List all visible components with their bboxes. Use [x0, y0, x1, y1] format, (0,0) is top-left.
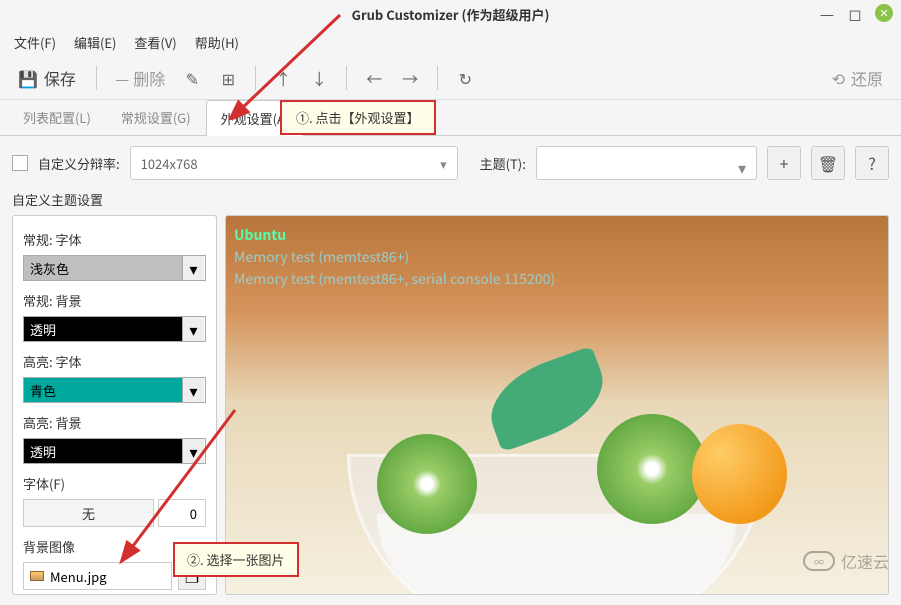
theme-delete-button[interactable]: 🗑 [811, 146, 845, 180]
refresh-button[interactable]: ↻ [450, 63, 480, 93]
window-title: Grub Customizer (作为超级用户) [352, 5, 550, 24]
annotation-callout-2: ②. 选择一张图片 [173, 542, 299, 577]
preview-line: Ubuntu [234, 224, 555, 246]
preview-line: Memory test (memtest86+) [234, 246, 555, 268]
menu-help[interactable]: 帮助(H) [189, 29, 245, 56]
preview-image [317, 354, 797, 595]
help-icon: ? [868, 151, 876, 175]
tab-general-settings[interactable]: 常规设置(G) [106, 99, 206, 135]
normal-font-label: 常规: 字体 [23, 230, 206, 249]
window-controls: — ◻ ✕ [819, 4, 893, 22]
custom-resolution-checkbox[interactable] [12, 155, 28, 171]
highlight-font-label: 高亮: 字体 [23, 352, 206, 371]
up-button[interactable]: ↑ [268, 63, 298, 93]
separator [346, 66, 347, 90]
theme-label: 主题(T): [480, 154, 526, 173]
chevron-down-icon: ▾ [182, 256, 204, 280]
custom-theme-title: 自定义主题设置 [12, 190, 889, 209]
font-size-input[interactable]: 0 [158, 499, 206, 527]
menu-view[interactable]: 查看(V) [128, 29, 182, 56]
watermark-logo-icon: ∞ [803, 551, 835, 571]
resolution-value: 1024x768 [141, 154, 198, 173]
plus-box-icon: ⊞ [222, 66, 235, 90]
watermark-text: 亿速云 [841, 549, 889, 573]
arrow-up-icon: ↑ [275, 66, 291, 90]
normal-bg-color-select[interactable]: 透明 ▾ [23, 316, 206, 342]
arrow-right-icon: → [402, 66, 418, 90]
content-area: 自定义分辩率: 1024x768 主题(T): + 🗑 ? 自定义主题设置 常规… [0, 136, 901, 605]
trash-icon: 🗑 [818, 151, 838, 175]
chevron-down-icon: ▾ [182, 317, 204, 341]
refresh-icon: ↻ [459, 66, 472, 90]
chevron-down-icon: ▾ [182, 378, 204, 402]
highlight-font-color-select[interactable]: 青色 ▾ [23, 377, 206, 403]
titlebar: Grub Customizer (作为超级用户) — ◻ ✕ [0, 0, 901, 28]
preview-text: Ubuntu Memory test (memtest86+) Memory t… [234, 224, 555, 290]
resolution-select[interactable]: 1024x768 [130, 146, 458, 180]
separator [437, 66, 438, 90]
font-label: 字体(F) [23, 474, 206, 493]
watermark: ∞ 亿速云 [803, 549, 889, 573]
menubar: 文件(F) 编辑(E) 查看(V) 帮助(H) [0, 28, 901, 56]
remove-button[interactable]: — 删除 [109, 66, 171, 90]
color-swatch: 透明 [24, 439, 182, 463]
revert-button[interactable]: ⟲ 还原 [824, 66, 891, 90]
color-swatch: 青色 [24, 378, 182, 402]
arrow-down-icon: ↓ [311, 66, 327, 90]
font-row: 无 0 [23, 499, 206, 527]
annotation-callout-1: ①. 点击【外观设置】 [280, 100, 436, 135]
revert-label: 还原 [851, 66, 883, 90]
minus-icon: — [115, 66, 129, 90]
normal-bg-label: 常规: 背景 [23, 291, 206, 310]
save-label: 保存 [44, 66, 76, 90]
bgimage-file-button[interactable]: Menu.jpg [23, 562, 172, 590]
down-button[interactable]: ↓ [304, 63, 334, 93]
save-icon: 💾 [18, 66, 38, 90]
preview-line: Memory test (memtest86+, serial console … [234, 268, 555, 290]
menu-edit[interactable]: 编辑(E) [68, 29, 122, 56]
image-icon [30, 571, 44, 581]
remove-label: 删除 [133, 66, 165, 90]
forward-button[interactable]: → [395, 63, 425, 93]
pencil-icon: ✎ [186, 66, 199, 90]
theme-add-button[interactable]: + [767, 146, 801, 180]
toolbar: 💾 保存 — 删除 ✎ ⊞ ↑ ↓ ← → ↻ ⟲ 还原 [0, 56, 901, 100]
close-button[interactable]: ✕ [875, 4, 893, 22]
add-button[interactable]: ⊞ [213, 63, 243, 93]
arrow-left-icon: ← [366, 66, 382, 90]
font-select-button[interactable]: 无 [23, 499, 154, 527]
highlight-bg-color-select[interactable]: 透明 ▾ [23, 438, 206, 464]
preview-panel: Ubuntu Memory test (memtest86+) Memory t… [225, 215, 889, 595]
tab-bar: 列表配置(L) 常规设置(G) 外观设置(A) [0, 100, 901, 136]
theme-settings-panel: 常规: 字体 浅灰色 ▾ 常规: 背景 透明 ▾ 高亮: 字体 青色 ▾ 高亮:… [12, 215, 217, 595]
theme-select[interactable] [536, 146, 757, 180]
highlight-bg-label: 高亮: 背景 [23, 413, 206, 432]
revert-icon: ⟲ [832, 66, 845, 90]
custom-resolution-label: 自定义分辩率: [38, 154, 120, 173]
tab-list-config[interactable]: 列表配置(L) [8, 99, 106, 135]
chevron-down-icon: ▾ [182, 439, 204, 463]
bgimage-filename: Menu.jpg [50, 567, 107, 586]
panels: 常规: 字体 浅灰色 ▾ 常规: 背景 透明 ▾ 高亮: 字体 青色 ▾ 高亮:… [12, 215, 889, 595]
resolution-row: 自定义分辩率: 1024x768 主题(T): + 🗑 ? [12, 146, 889, 180]
plus-icon: + [780, 151, 789, 175]
menu-file[interactable]: 文件(F) [8, 29, 62, 56]
color-swatch: 浅灰色 [24, 256, 182, 280]
edit-button[interactable]: ✎ [177, 63, 207, 93]
separator [255, 66, 256, 90]
maximize-button[interactable]: ◻ [847, 5, 863, 21]
minimize-button[interactable]: — [819, 5, 835, 21]
back-button[interactable]: ← [359, 63, 389, 93]
separator [96, 66, 97, 90]
save-button[interactable]: 💾 保存 [10, 63, 84, 93]
color-swatch: 透明 [24, 317, 182, 341]
normal-font-color-select[interactable]: 浅灰色 ▾ [23, 255, 206, 281]
theme-help-button[interactable]: ? [855, 146, 889, 180]
